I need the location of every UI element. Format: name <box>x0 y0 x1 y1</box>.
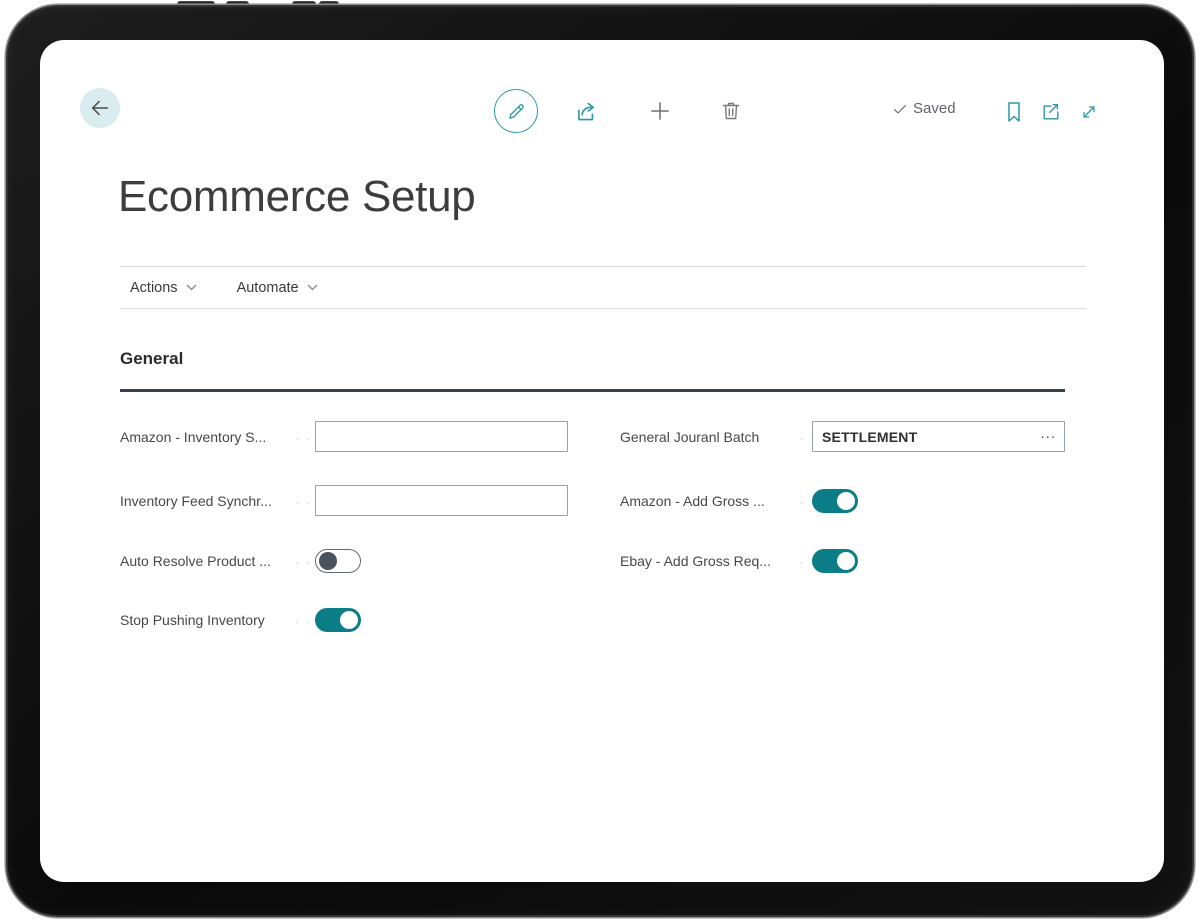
auto-resolve-toggle[interactable] <box>315 549 361 573</box>
chevron-down-icon <box>186 284 197 291</box>
field-label-auto-resolve: Auto Resolve Product ... <box>120 546 312 576</box>
expand-diagonal-icon <box>1079 102 1099 122</box>
label-leader-dots <box>290 612 312 628</box>
field-label-stop-pushing-inventory: Stop Pushing Inventory <box>120 605 312 635</box>
toggle-knob <box>319 552 337 570</box>
general-journal-batch-input[interactable] <box>813 429 1036 445</box>
field-label-ebay-add-gross: Ebay - Add Gross Req... <box>620 546 816 576</box>
new-record-button[interactable] <box>646 97 674 125</box>
bookmark-button[interactable] <box>1002 100 1026 124</box>
field-label-inventory-feed: Inventory Feed Synchr... <box>120 486 312 516</box>
chevron-down-icon <box>307 284 318 291</box>
inventory-feed-input[interactable] <box>315 485 568 516</box>
label-leader-dots <box>290 493 312 509</box>
section-rule <box>120 389 1065 392</box>
toggle-knob <box>837 552 855 570</box>
stop-pushing-inventory-toggle[interactable] <box>315 608 361 632</box>
open-in-new-window-icon <box>1040 102 1062 122</box>
amazon-inventory-input[interactable] <box>315 421 568 452</box>
back-button[interactable] <box>80 88 120 128</box>
action-menu-bar: Actions Automate <box>120 266 1086 309</box>
menu-actions[interactable]: Actions <box>130 280 197 296</box>
app-screen: Saved <box>40 40 1164 882</box>
section-title-general: General <box>120 349 183 369</box>
saved-label: Saved <box>913 100 956 117</box>
save-status: Saved <box>892 100 956 117</box>
general-journal-batch-field: ... <box>812 421 1065 452</box>
lookup-ellipsis-button[interactable]: ... <box>1036 429 1064 445</box>
field-label-general-journal-batch: General Jouranl Batch <box>620 422 816 452</box>
menu-actions-label: Actions <box>130 280 178 296</box>
field-label-amazon-add-gross: Amazon - Add Gross ... <box>620 486 816 516</box>
open-in-window-button[interactable] <box>1039 101 1063 123</box>
bookmark-icon <box>1004 101 1024 123</box>
menu-automate-label: Automate <box>237 280 299 296</box>
delete-button[interactable] <box>718 98 744 124</box>
share-icon <box>574 99 600 125</box>
amazon-add-gross-toggle[interactable] <box>812 489 858 513</box>
plus-icon <box>647 98 673 124</box>
check-icon <box>892 101 908 117</box>
label-leader-dots <box>290 553 312 569</box>
ebay-add-gross-toggle[interactable] <box>812 549 858 573</box>
expand-button[interactable] <box>1078 101 1100 123</box>
back-arrow-icon <box>89 97 111 119</box>
page-title: Ecommerce Setup <box>118 172 475 222</box>
pencil-icon <box>506 101 527 122</box>
screenshot-root: { "colors": { "accent_teal": "#0a7d86", … <box>0 0 1200 922</box>
toggle-knob <box>340 611 358 629</box>
label-leader-dots <box>290 429 312 445</box>
edit-button[interactable] <box>494 89 538 133</box>
toggle-knob <box>837 492 855 510</box>
menu-automate[interactable]: Automate <box>237 280 318 296</box>
trash-icon <box>719 99 743 123</box>
share-button[interactable] <box>573 98 601 126</box>
field-label-amazon-inventory: Amazon - Inventory S... <box>120 422 312 452</box>
